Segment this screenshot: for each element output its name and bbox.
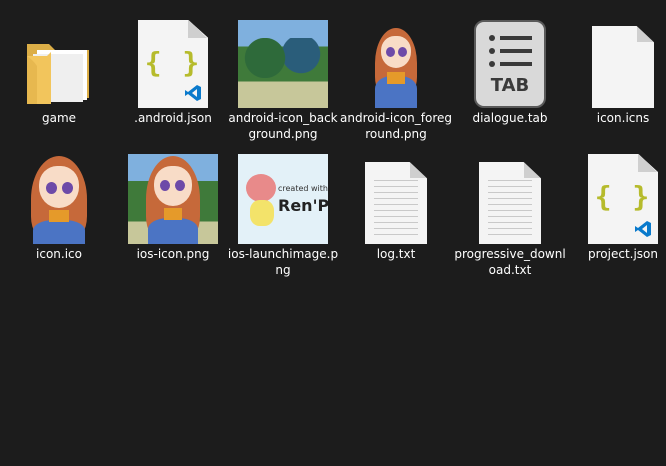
json-vscode-icon: { }: [575, 148, 666, 244]
file-item-project-json[interactable]: { } project.json: [567, 144, 666, 274]
image-thumbnail-character: [348, 12, 444, 108]
text-file-icon: [462, 148, 558, 244]
file-item-ios-launchimage[interactable]: created with Ren'Py ios-launchimage.png: [227, 144, 339, 277]
image-thumbnail-renpy: created with Ren'Py: [235, 148, 331, 244]
folder-icon: [11, 12, 107, 108]
file-name: ios-icon.png: [136, 247, 210, 261]
file-name: android-icon_foreground.png: [340, 111, 452, 141]
renpy-logo-text: Ren'Py: [278, 196, 328, 215]
image-thumbnail-character-park: [125, 148, 221, 244]
file-name: .android.json: [134, 111, 212, 125]
vscode-icon: [635, 221, 651, 237]
file-item-android-json[interactable]: { } .android.json: [117, 8, 229, 138]
json-vscode-icon: { }: [125, 12, 221, 108]
braces-glyph: { }: [144, 46, 202, 79]
file-item-log-txt[interactable]: log.txt: [340, 144, 452, 274]
file-name: dialogue.tab: [472, 111, 548, 125]
file-grid: game { } .android.json android-icon_back…: [0, 0, 666, 466]
file-item-dialogue-tab[interactable]: TAB dialogue.tab: [454, 8, 566, 138]
file-name: icon.ico: [36, 247, 82, 261]
file-name: progressive_download.txt: [454, 247, 566, 277]
file-item-progressive-download-txt[interactable]: progressive_download.txt: [454, 144, 566, 277]
file-item-ios-icon[interactable]: ios-icon.png: [117, 144, 229, 274]
file-name: ios-launchimage.png: [227, 247, 339, 277]
file-name: icon.icns: [596, 111, 650, 125]
file-item-game[interactable]: game: [3, 8, 115, 138]
file-name: project.json: [588, 247, 658, 261]
file-name: android-icon_background.png: [228, 111, 338, 141]
file-item-icon-ico[interactable]: icon.ico: [3, 144, 115, 274]
text-file-icon: [348, 148, 444, 244]
file-name: log.txt: [376, 247, 416, 261]
image-thumbnail-park: [235, 12, 331, 108]
file-name: game: [41, 111, 77, 125]
file-item-icon-icns[interactable]: icon.icns: [567, 8, 666, 138]
image-thumbnail-character: [11, 148, 107, 244]
braces-glyph: { }: [594, 180, 652, 213]
file-item-android-icon-foreground[interactable]: android-icon_foreground.png: [340, 8, 452, 141]
renpy-caption: created with: [278, 184, 328, 193]
file-item-android-icon-background[interactable]: android-icon_background.png: [227, 8, 339, 141]
vscode-icon: [185, 85, 201, 101]
blank-file-icon: [575, 12, 666, 108]
tab-badge: TAB: [490, 75, 530, 96]
tab-file-icon: TAB: [462, 12, 558, 108]
